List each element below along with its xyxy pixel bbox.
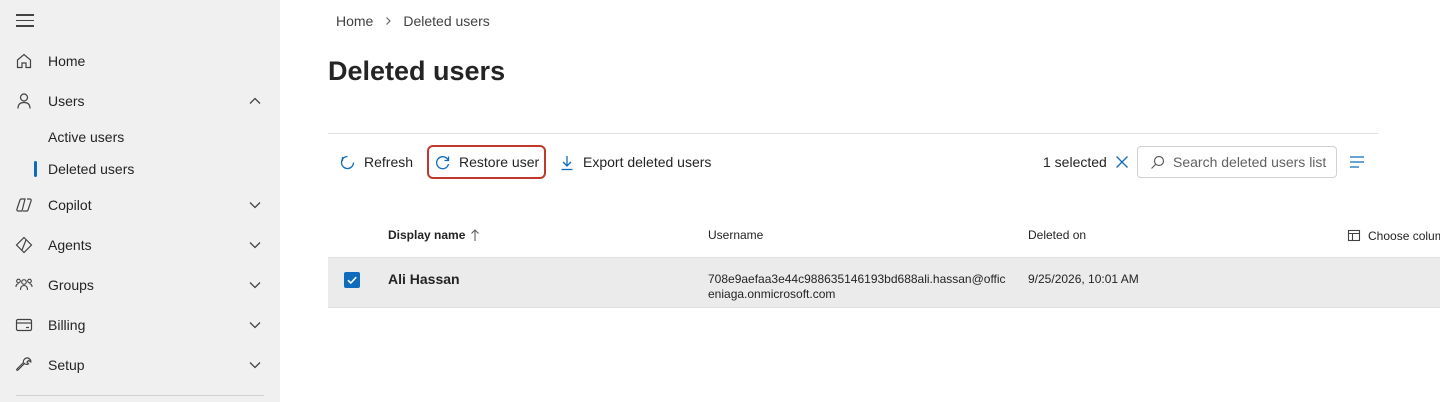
chevron-right-icon [386, 17, 392, 25]
sidebar-item-label: Agents [48, 237, 92, 253]
toolbar-divider [328, 133, 1378, 134]
sidebar-item-active-users[interactable]: Active users [0, 121, 280, 153]
column-header-username[interactable]: Username [708, 228, 763, 242]
cell-username: 708e9aefaa3e44c988635146193bd688ali.hass… [708, 272, 1006, 301]
chevron-down-icon [249, 282, 261, 289]
columns-icon [1347, 229, 1361, 242]
sidebar-divider [16, 395, 264, 396]
search-icon [1151, 155, 1165, 169]
breadcrumb-current: Deleted users [403, 13, 490, 29]
clear-selection-icon[interactable] [1115, 155, 1129, 169]
active-indicator [34, 161, 37, 177]
groups-icon [15, 278, 33, 291]
wrench-icon [16, 357, 32, 371]
billing-icon [15, 318, 33, 332]
page-title: Deleted users [328, 56, 506, 86]
sidebar-item-label: Setup [48, 357, 85, 373]
hamburger-menu-icon[interactable] [16, 14, 34, 28]
sidebar-item-label: Billing [48, 317, 86, 333]
chevron-up-icon [249, 97, 261, 104]
restore-user-button[interactable]: Restore user [434, 146, 539, 178]
sidebar-item-home[interactable]: Home [0, 41, 280, 81]
restore-user-label: Restore user [459, 154, 540, 170]
table-row[interactable]: Ali Hassan 708e9aefaa3e44c988635146193bd… [328, 257, 1440, 308]
sidebar-item-setup[interactable]: Setup [0, 345, 280, 385]
chevron-down-icon [249, 322, 261, 329]
column-header-display-name[interactable]: Display name [388, 228, 481, 242]
refresh-button[interactable]: Refresh [339, 146, 413, 178]
sidebar-item-label: Copilot [48, 197, 92, 213]
cell-display-name[interactable]: Ali Hassan [388, 271, 460, 287]
copilot-icon [16, 198, 32, 212]
export-label: Export deleted users [583, 154, 712, 170]
user-icon [17, 93, 31, 109]
sidebar-item-label: Deleted users [48, 161, 135, 177]
choose-columns-button[interactable]: Choose colum [1347, 229, 1440, 243]
view-options-icon[interactable] [1349, 155, 1365, 169]
agents-icon [15, 236, 33, 254]
sidebar-item-agents[interactable]: Agents [0, 225, 280, 265]
breadcrumb-home-link[interactable]: Home [336, 13, 373, 29]
sidebar-item-label: Home [48, 53, 86, 69]
export-deleted-users-button[interactable]: Export deleted users [559, 146, 711, 178]
selection-status: 1 selected [1043, 154, 1129, 170]
sidebar-item-deleted-users[interactable]: Deleted users [0, 153, 280, 185]
row-checkbox[interactable] [344, 272, 360, 288]
refresh-icon [340, 155, 355, 169]
sidebar: Home Users Active users Deleted users Co… [0, 0, 280, 402]
sidebar-item-label: Groups [48, 277, 94, 293]
chevron-down-icon [249, 202, 261, 209]
column-header-label: Display name [388, 228, 466, 242]
checkmark-icon [347, 276, 357, 285]
column-header-deleted-on[interactable]: Deleted on [1028, 228, 1086, 242]
chevron-down-icon [249, 242, 261, 249]
breadcrumb: Home Deleted users [336, 12, 490, 30]
search-input[interactable] [1173, 154, 1333, 170]
restore-icon [436, 155, 450, 169]
cell-deleted-on: 9/25/2026, 10:01 AM [1028, 272, 1139, 286]
chevron-down-icon [249, 362, 261, 369]
download-icon [561, 155, 573, 170]
home-icon [16, 53, 32, 69]
sidebar-item-groups[interactable]: Groups [0, 265, 280, 305]
selected-count-text: 1 selected [1043, 154, 1107, 170]
choose-columns-label: Choose colum [1368, 229, 1440, 243]
search-deleted-users[interactable] [1137, 146, 1337, 178]
sidebar-item-copilot[interactable]: Copilot [0, 185, 280, 225]
column-header-label: Deleted on [1028, 228, 1087, 242]
sidebar-item-label: Users [48, 93, 85, 109]
column-header-label: Username [708, 228, 764, 242]
sort-ascending-icon [471, 229, 480, 241]
refresh-label: Refresh [364, 154, 414, 170]
sidebar-item-label: Active users [48, 129, 125, 145]
sidebar-item-billing[interactable]: Billing [0, 305, 280, 345]
sidebar-item-users[interactable]: Users [0, 81, 280, 121]
